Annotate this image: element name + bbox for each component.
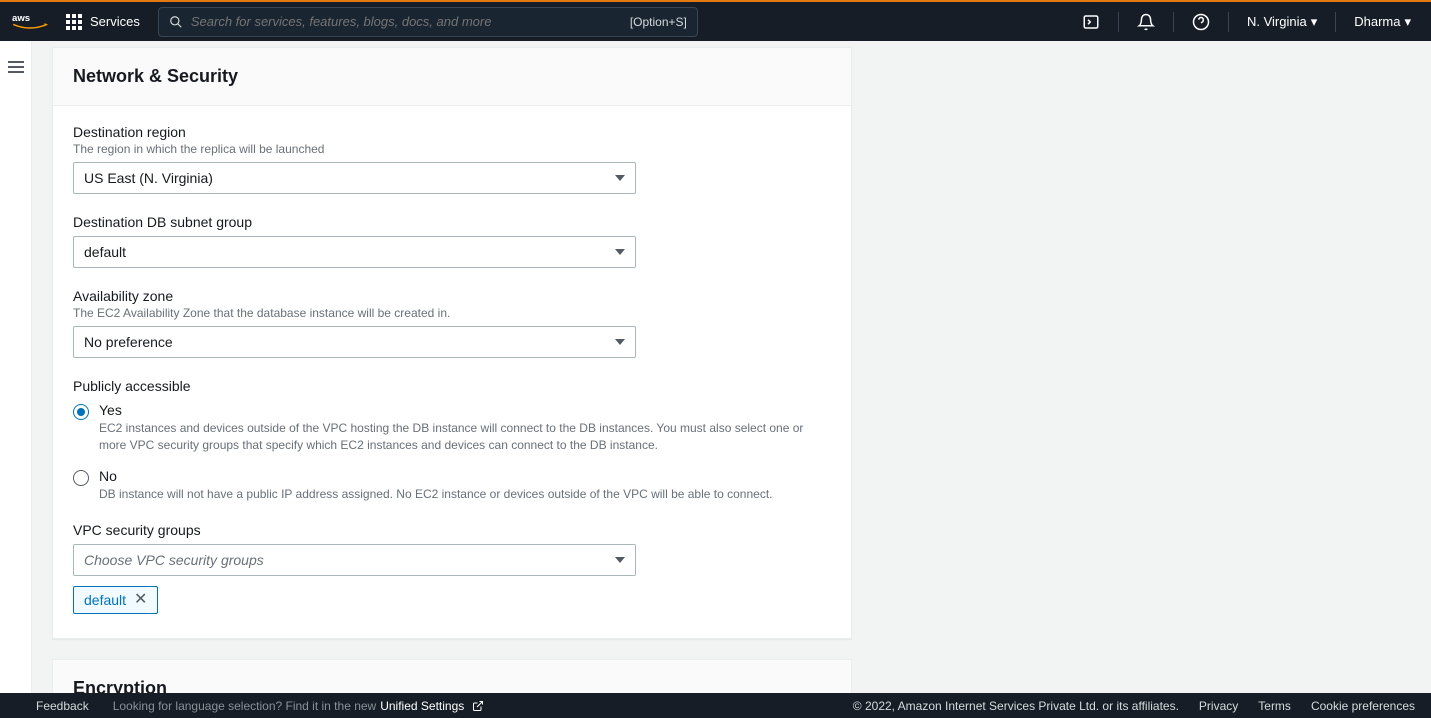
panel-header: Encryption	[53, 660, 851, 693]
security-group-token: default ✕	[73, 586, 158, 614]
notifications-icon[interactable]	[1129, 13, 1163, 31]
select-value: No preference	[84, 334, 173, 350]
top-nav: aws Services [Option+S] N. Virginia ▾	[0, 0, 1431, 41]
chevron-down-icon	[615, 175, 625, 181]
availability-zone-select[interactable]: No preference	[73, 326, 636, 358]
field-db-subnet-group: Destination DB subnet group default	[73, 214, 831, 268]
chevron-down-icon	[615, 339, 625, 345]
chevron-down-icon: ▾	[1311, 14, 1318, 30]
unified-settings-link[interactable]: Unified Settings	[380, 699, 483, 713]
field-availability-zone: Availability zone The EC2 Availability Z…	[73, 288, 831, 358]
close-icon[interactable]: ✕	[134, 592, 147, 608]
chevron-down-icon	[615, 249, 625, 255]
radio-label: Yes	[99, 402, 831, 418]
search-icon	[169, 15, 183, 29]
terms-link[interactable]: Terms	[1258, 699, 1291, 713]
encryption-panel: Encryption	[52, 659, 852, 693]
panel-title: Network & Security	[73, 66, 831, 87]
main-content: Network & Security Destination region Th…	[32, 41, 1431, 693]
external-link-icon	[472, 700, 484, 712]
field-label: Publicly accessible	[73, 378, 831, 394]
hamburger-icon[interactable]	[8, 61, 24, 73]
search-shortcut-hint: [Option+S]	[630, 15, 687, 29]
select-value: US East (N. Virginia)	[84, 170, 213, 186]
global-search[interactable]: [Option+S]	[158, 7, 698, 37]
cloudshell-icon[interactable]	[1074, 13, 1108, 31]
token-label: default	[84, 592, 126, 608]
radio-button[interactable]	[73, 404, 89, 420]
services-menu[interactable]: Services	[90, 14, 140, 29]
copyright-text: © 2022, Amazon Internet Services Private…	[853, 699, 1179, 713]
network-security-panel: Network & Security Destination region Th…	[52, 47, 852, 639]
radio-label: No	[99, 468, 831, 484]
db-subnet-group-select[interactable]: default	[73, 236, 636, 268]
account-menu[interactable]: Dharma ▾	[1346, 14, 1419, 30]
footer: Feedback Looking for language selection?…	[0, 693, 1431, 718]
services-grid-icon[interactable]	[66, 14, 82, 30]
field-vpc-security-groups: VPC security groups Choose VPC security …	[73, 522, 831, 614]
panel-header: Network & Security	[53, 48, 851, 106]
field-description: The EC2 Availability Zone that the datab…	[73, 306, 831, 320]
destination-region-select[interactable]: US East (N. Virginia)	[73, 162, 636, 194]
left-rail	[0, 41, 32, 693]
chevron-down-icon: ▾	[1404, 14, 1411, 30]
field-label: VPC security groups	[73, 522, 831, 538]
field-publicly-accessible: Publicly accessible Yes EC2 instances an…	[73, 378, 831, 502]
select-placeholder: Choose VPC security groups	[84, 552, 264, 568]
help-icon[interactable]	[1184, 13, 1218, 31]
field-label: Destination DB subnet group	[73, 214, 831, 230]
field-label: Destination region	[73, 124, 831, 140]
field-destination-region: Destination region The region in which t…	[73, 124, 831, 194]
radio-option-no[interactable]: No DB instance will not have a public IP…	[73, 468, 831, 503]
radio-description: DB instance will not have a public IP ad…	[99, 486, 819, 503]
feedback-link[interactable]: Feedback	[36, 699, 89, 713]
privacy-link[interactable]: Privacy	[1199, 699, 1238, 713]
radio-button[interactable]	[73, 470, 89, 486]
svg-text:aws: aws	[12, 12, 30, 23]
language-hint: Looking for language selection? Find it …	[113, 699, 377, 713]
panel-title: Encryption	[73, 678, 831, 693]
select-value: default	[84, 244, 126, 260]
search-input[interactable]	[191, 14, 630, 29]
radio-option-yes[interactable]: Yes EC2 instances and devices outside of…	[73, 402, 831, 454]
cookie-preferences-link[interactable]: Cookie preferences	[1311, 699, 1415, 713]
radio-description: EC2 instances and devices outside of the…	[99, 420, 819, 454]
aws-logo[interactable]: aws	[12, 11, 48, 33]
chevron-down-icon	[615, 557, 625, 563]
field-label: Availability zone	[73, 288, 831, 304]
vpc-security-groups-select[interactable]: Choose VPC security groups	[73, 544, 636, 576]
field-description: The region in which the replica will be …	[73, 142, 831, 156]
region-selector[interactable]: N. Virginia ▾	[1239, 14, 1325, 30]
